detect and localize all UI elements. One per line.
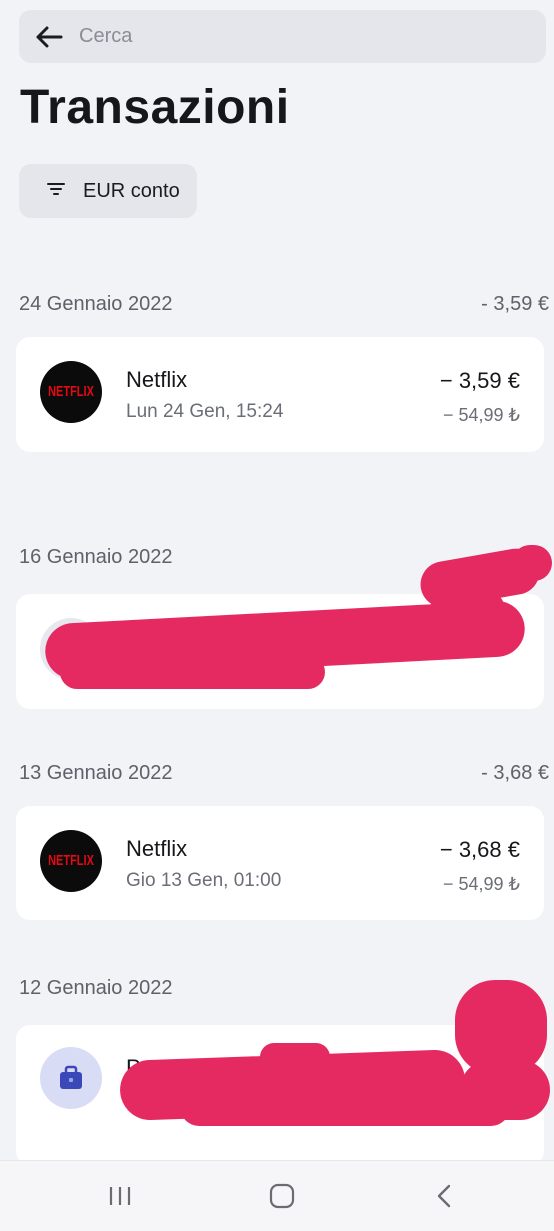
date-label: 16 Gennaio 2022	[19, 546, 173, 568]
redaction-mark	[512, 545, 552, 581]
search-input[interactable]: Cerca	[79, 25, 132, 48]
date-header: 13 Gennaio 2022 - 3,68 €	[19, 762, 549, 785]
redaction-mark	[430, 590, 505, 630]
account-filter-button[interactable]: EUR conto	[19, 164, 197, 218]
briefcase-icon	[40, 1047, 102, 1109]
transaction-card[interactable]: NETFLIX Netflix Gio 13 Gen, 01:00 − 3,68…	[16, 806, 544, 920]
merchant-name: Netflix	[126, 367, 188, 392]
netflix-logo: NETFLIX	[40, 830, 102, 892]
filter-label: EUR conto	[83, 179, 180, 202]
back-arrow-icon[interactable]	[19, 10, 79, 63]
home-icon[interactable]	[262, 1179, 302, 1213]
transaction-original-amount: − 54,99 ₺	[442, 874, 520, 894]
date-total: - 3,68 €	[481, 762, 549, 784]
back-icon[interactable]	[424, 1179, 464, 1213]
system-navbar	[0, 1160, 554, 1231]
redaction-mark	[460, 1060, 550, 1120]
transaction-amount: − 3,68 €	[439, 837, 520, 862]
page-title: Transazioni	[20, 81, 290, 134]
date-label: 24 Gennaio 2022	[19, 293, 173, 315]
date-header: 24 Gennaio 2022 - 3,59 €	[19, 293, 549, 316]
redaction-mark	[60, 655, 325, 689]
date-label: 13 Gennaio 2022	[19, 762, 173, 784]
search-bar[interactable]: Cerca	[19, 10, 546, 63]
date-total: - 3,59 €	[481, 293, 549, 315]
transaction-amount: − 3,59 €	[439, 368, 520, 393]
recent-apps-icon[interactable]	[100, 1179, 140, 1213]
netflix-logo: NETFLIX	[40, 361, 102, 423]
transaction-original-amount: − 54,99 ₺	[442, 405, 520, 425]
redaction-mark	[260, 1043, 330, 1071]
transaction-datetime: Gio 13 Gen, 01:00	[126, 870, 282, 891]
filter-icon	[47, 182, 65, 201]
transaction-card[interactable]: NETFLIX Netflix Lun 24 Gen, 15:24 − 3,59…	[16, 337, 544, 452]
merchant-name: Netflix	[126, 836, 188, 861]
date-label: 12 Gennaio 2022	[19, 977, 173, 999]
transaction-datetime: Lun 24 Gen, 15:24	[126, 401, 284, 422]
